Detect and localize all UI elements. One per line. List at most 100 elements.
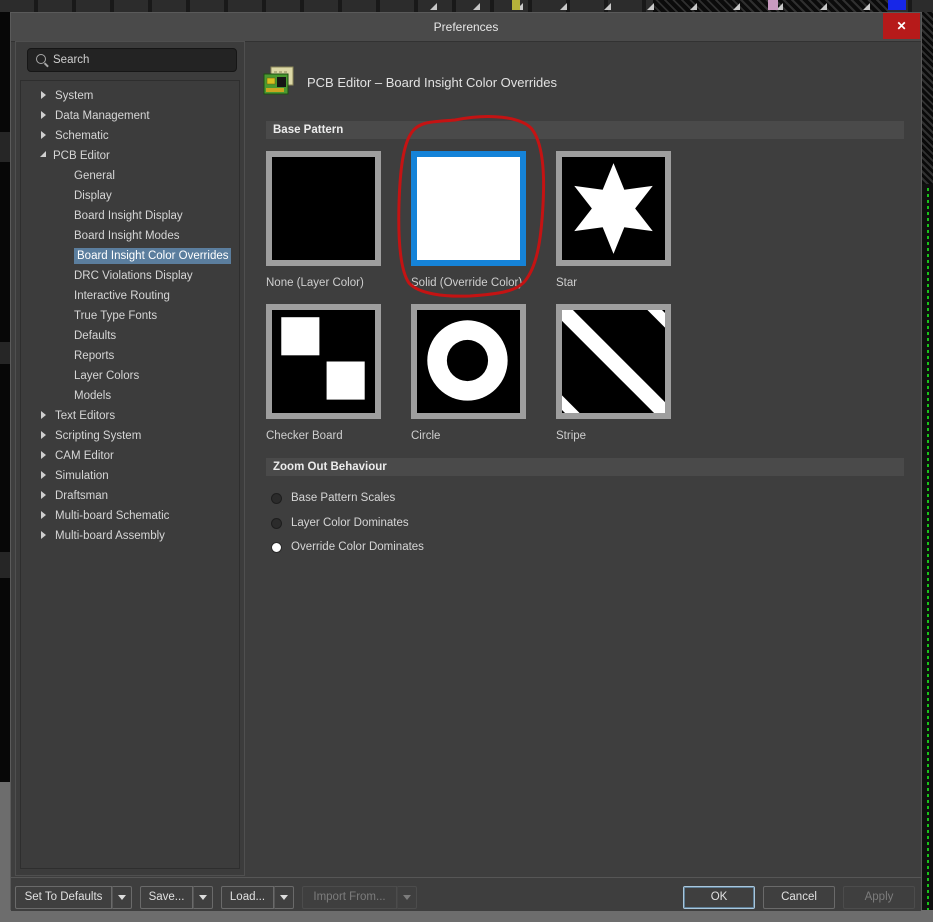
pattern-tile-stripe[interactable]: [556, 304, 671, 419]
pattern-tile-circle[interactable]: [411, 304, 526, 419]
sidebar-item-drc-violations-display[interactable]: DRC Violations Display: [21, 266, 239, 286]
save-button[interactable]: Save...: [140, 886, 193, 909]
sidebar-item-board-insight-color-overrides[interactable]: Board Insight Color Overrides: [21, 246, 239, 266]
tree-expand-icon[interactable]: [41, 470, 46, 479]
sidebar-item-board-insight-modes[interactable]: Board Insight Modes: [21, 226, 239, 246]
pattern-tile-none-layer-color[interactable]: [266, 151, 381, 266]
tree-item-label: CAM Editor: [55, 450, 114, 462]
tree-item-label: Board Insight Color Overrides: [74, 248, 232, 264]
pattern-label-stripe: Stripe: [556, 430, 587, 442]
sidebar-item-text-editors[interactable]: Text Editors: [21, 406, 239, 426]
tree-expand-icon[interactable]: [41, 490, 46, 499]
yellow-mark: [512, 0, 520, 10]
tree-item-label: Multi-board Assembly: [55, 530, 165, 542]
split-button-save[interactable]: Save...: [140, 886, 213, 909]
sidebar-item-true-type-fonts[interactable]: True Type Fonts: [21, 306, 239, 326]
tree-item-label: DRC Violations Display: [74, 270, 193, 282]
tree-expand-icon[interactable]: [41, 450, 46, 459]
set-to-defaults-dropdown[interactable]: [112, 886, 132, 909]
toolbar-arrow-icon: [604, 3, 611, 10]
tree-expand-icon[interactable]: [41, 90, 46, 99]
sidebar-item-pcb-editor[interactable]: PCB Editor: [21, 146, 239, 166]
tree-item-label: Simulation: [55, 470, 109, 482]
pattern-tile-star[interactable]: [556, 151, 671, 266]
sidebar-item-cam-editor[interactable]: CAM Editor: [21, 446, 239, 466]
page-title: PCB Editor – Board Insight Color Overrid…: [307, 74, 557, 90]
toolbar-arrow-icon: [560, 3, 567, 10]
pattern-tile-checker-board[interactable]: [266, 304, 381, 419]
tree-collapse-icon[interactable]: [40, 151, 46, 158]
search-placeholder: Search: [53, 54, 90, 66]
split-button-import-from: Import From...: [302, 886, 417, 909]
tree-item-label: Scripting System: [55, 430, 142, 442]
radio-base-pattern-scales[interactable]: Base Pattern Scales: [271, 488, 395, 508]
pattern-tile-solid-override-color[interactable]: [411, 151, 526, 266]
tree-item-label: Defaults: [74, 330, 117, 342]
sidebar-item-schematic[interactable]: Schematic: [21, 126, 239, 146]
search-box[interactable]: Search: [27, 48, 237, 72]
app-toolbar-background: [0, 0, 933, 12]
radio-layer-color-dominates[interactable]: Layer Color Dominates: [271, 513, 409, 533]
app-bottom-edge: [0, 910, 933, 922]
save-dropdown[interactable]: [193, 886, 213, 909]
load-button[interactable]: Load...: [221, 886, 274, 909]
sidebar-item-general[interactable]: General: [21, 166, 239, 186]
ok-button[interactable]: OK: [683, 886, 755, 909]
toolbar-arrow-icon: [430, 3, 437, 10]
split-button-load[interactable]: Load...: [221, 886, 294, 909]
sidebar-item-scripting-system[interactable]: Scripting System: [21, 426, 239, 446]
cancel-button[interactable]: Cancel: [763, 886, 835, 909]
blue-chip: [888, 0, 906, 10]
sidebar-item-models[interactable]: Models: [21, 386, 239, 406]
tree-expand-icon[interactable]: [41, 130, 46, 139]
radio-override-color-dominates[interactable]: Override Color Dominates: [271, 537, 424, 557]
sidebar-item-board-insight-display[interactable]: Board Insight Display: [21, 206, 239, 226]
tree-item-label: Models: [74, 390, 112, 402]
sidebar-item-defaults[interactable]: Defaults: [21, 326, 239, 346]
sidebar-item-reports[interactable]: Reports: [21, 346, 239, 366]
tree-expand-icon[interactable]: [41, 510, 46, 519]
split-button-set-to-defaults[interactable]: Set To Defaults: [15, 886, 132, 909]
app-left-edge: [0, 12, 10, 910]
toolbar-arrow-icon: [863, 3, 870, 10]
pcb-editor-icon: [263, 66, 295, 98]
toolbar-arrow-icon: [690, 3, 697, 10]
pink-mark: [768, 0, 778, 10]
tree-item-label: Layer Colors: [74, 370, 140, 382]
sidebar-item-display[interactable]: Display: [21, 186, 239, 206]
chevron-down-icon: [280, 895, 288, 900]
tree-item-label: PCB Editor: [53, 150, 110, 162]
sidebar-item-draftsman[interactable]: Draftsman: [21, 486, 239, 506]
radio-unselected-icon[interactable]: [271, 492, 282, 504]
sidebar-item-layer-colors[interactable]: Layer Colors: [21, 366, 239, 386]
set-to-defaults-button[interactable]: Set To Defaults: [15, 886, 112, 909]
import-from-button: Import From...: [302, 886, 397, 909]
close-button[interactable]: ✕: [883, 13, 920, 39]
pattern-label-none-layer-color: None (Layer Color): [266, 277, 364, 289]
sidebar-item-interactive-routing[interactable]: Interactive Routing: [21, 286, 239, 306]
sidebar-item-multi-board-assembly[interactable]: Multi-board Assembly: [21, 526, 239, 546]
tree-expand-icon[interactable]: [41, 530, 46, 539]
tree-item-label: Board Insight Display: [74, 210, 183, 222]
chevron-down-icon: [199, 895, 207, 900]
tree-expand-icon[interactable]: [41, 410, 46, 419]
sidebar-item-multi-board-schematic[interactable]: Multi-board Schematic: [21, 506, 239, 526]
close-icon: ✕: [896, 19, 907, 33]
chevron-down-icon: [403, 895, 411, 900]
tree-item-label: True Type Fonts: [74, 310, 158, 322]
sidebar-item-data-management[interactable]: Data Management: [21, 106, 239, 126]
sidebar-item-simulation[interactable]: Simulation: [21, 466, 239, 486]
tree-expand-icon[interactable]: [41, 430, 46, 439]
sidebar-item-system[interactable]: System: [21, 86, 239, 106]
footer-left-buttons: Set To Defaults Save... Load... Import From…: [15, 886, 425, 909]
radio-unselected-icon[interactable]: [271, 517, 282, 529]
tree-item-label: Schematic: [55, 130, 109, 142]
tree-item-label: Draftsman: [55, 490, 109, 502]
radio-label: Base Pattern Scales: [291, 492, 396, 504]
radio-selected-icon[interactable]: [271, 541, 282, 553]
tree-item-label: Board Insight Modes: [74, 230, 180, 242]
radio-label: Override Color Dominates: [291, 541, 424, 553]
dialog-titlebar[interactable]: Preferences ✕: [11, 13, 921, 42]
load-dropdown[interactable]: [274, 886, 294, 909]
tree-expand-icon[interactable]: [41, 110, 46, 119]
